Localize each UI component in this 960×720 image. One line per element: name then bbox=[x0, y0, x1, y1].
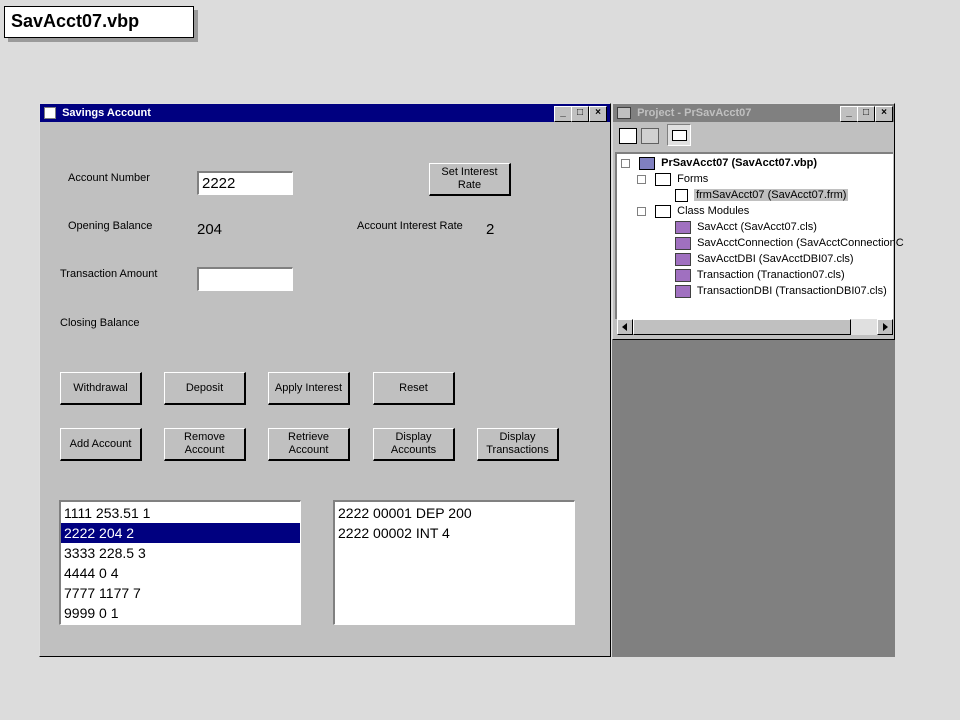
forms-folder-label: Forms bbox=[677, 173, 709, 185]
remove-line2: Account bbox=[184, 444, 225, 456]
view-object-icon[interactable] bbox=[641, 128, 659, 144]
accounts-listbox[interactable]: 1111 253.51 1 2222 204 2 3333 228.5 3 44… bbox=[59, 500, 301, 625]
project-close-button[interactable]: × bbox=[875, 106, 893, 122]
form-app-icon bbox=[44, 107, 56, 120]
account-number-input[interactable]: 2222 bbox=[197, 171, 293, 195]
list-item[interactable]: 3333 228.5 3 bbox=[61, 543, 300, 563]
tree-root-label: PrSavAcct07 (SavAcct07.vbp) bbox=[661, 157, 818, 169]
interest-rate-value: 2 bbox=[486, 221, 495, 238]
class-item-label: SavAcct (SavAcct07.cls) bbox=[697, 221, 817, 233]
scroll-left-button[interactable] bbox=[617, 319, 633, 335]
tree-class-item[interactable]: SavAcctConnection (SavAcctConnectionC bbox=[675, 235, 904, 251]
list-item[interactable]: 2222 00002 INT 4 bbox=[335, 523, 574, 543]
view-code-icon[interactable] bbox=[619, 128, 637, 144]
tree-class-item[interactable]: Transaction (Tranaction07.cls) bbox=[675, 267, 845, 283]
class-item-label: SavAcctDBI (SavAcctDBI07.cls) bbox=[697, 253, 854, 265]
list-item[interactable]: 4444 0 4 bbox=[61, 563, 300, 583]
class-module-icon bbox=[675, 284, 691, 298]
retrieve-line1: Retrieve bbox=[288, 431, 329, 443]
reset-button[interactable]: Reset bbox=[373, 372, 455, 405]
close-button[interactable]: × bbox=[589, 106, 607, 122]
class-module-icon bbox=[675, 220, 691, 234]
class-folder-label: Class Modules bbox=[677, 205, 750, 217]
scroll-thumb[interactable] bbox=[633, 319, 851, 335]
project-title: Project - PrSavAcct07 bbox=[637, 107, 752, 119]
retrieve-account-button[interactable]: Retrieve Account bbox=[268, 428, 350, 461]
display-accounts-line2: Accounts bbox=[390, 444, 437, 456]
maximize-button[interactable]: □ bbox=[571, 106, 589, 122]
tree-class-folder[interactable]: Class Modules bbox=[637, 203, 749, 219]
horizontal-scrollbar[interactable] bbox=[617, 319, 893, 335]
list-item[interactable]: 7777 1177 7 bbox=[61, 583, 300, 603]
tree-class-item[interactable]: SavAcct (SavAcct07.cls) bbox=[675, 219, 817, 235]
collapse-icon[interactable] bbox=[637, 206, 646, 216]
tree-form-item[interactable]: frmSavAcct07 (SavAcct07.frm) bbox=[675, 187, 849, 203]
deposit-button[interactable]: Deposit bbox=[164, 372, 246, 405]
project-minimize-button[interactable]: _ bbox=[840, 106, 858, 122]
transaction-amount-input[interactable] bbox=[197, 267, 293, 291]
toggle-folders-icon[interactable] bbox=[667, 124, 691, 146]
apply-interest-button[interactable]: Apply Interest bbox=[268, 372, 350, 405]
arrow-right-icon bbox=[883, 323, 888, 331]
arrow-left-icon bbox=[622, 323, 627, 331]
class-module-icon bbox=[675, 252, 691, 266]
class-module-icon bbox=[675, 236, 691, 250]
savings-account-title: Savings Account bbox=[62, 107, 151, 119]
remove-account-button[interactable]: Remove Account bbox=[164, 428, 246, 461]
display-accounts-line1: Display bbox=[395, 431, 432, 443]
withdrawal-button[interactable]: Withdrawal bbox=[60, 372, 142, 405]
opening-balance-label: Opening Balance bbox=[68, 220, 153, 232]
display-transactions-line2: Transactions bbox=[486, 444, 549, 456]
interest-rate-label: Account Interest Rate bbox=[357, 220, 463, 232]
transaction-amount-label: Transaction Amount bbox=[60, 268, 158, 280]
form-icon bbox=[675, 188, 688, 202]
tree-class-item[interactable]: TransactionDBI (TransactionDBI07.cls) bbox=[675, 283, 887, 299]
savings-account-titlebar[interactable]: Savings Account _ □ × bbox=[40, 104, 610, 122]
remove-line1: Remove bbox=[184, 431, 225, 443]
display-transactions-button[interactable]: Display Transactions bbox=[477, 428, 559, 461]
closing-balance-label: Closing Balance bbox=[60, 317, 140, 329]
scroll-right-button[interactable] bbox=[877, 319, 893, 335]
folder-icon bbox=[655, 204, 672, 218]
tree-root[interactable]: PrSavAcct07 (SavAcct07.vbp) bbox=[621, 155, 817, 171]
project-titlebar[interactable]: Project - PrSavAcct07 _ □ × bbox=[613, 104, 894, 122]
opening-balance-value: 204 bbox=[197, 221, 223, 238]
transactions-listbox[interactable]: 2222 00001 DEP 200 2222 00002 INT 4 bbox=[333, 500, 575, 625]
list-item-selected[interactable]: 2222 204 2 bbox=[61, 523, 300, 543]
list-item[interactable]: 1111 253.51 1 bbox=[61, 503, 300, 523]
folder-icon bbox=[672, 130, 687, 141]
project-icon bbox=[639, 156, 656, 170]
tree-class-item[interactable]: SavAcctDBI (SavAcctDBI07.cls) bbox=[675, 251, 854, 267]
ide-background-panel bbox=[612, 340, 895, 657]
collapse-icon[interactable] bbox=[637, 174, 646, 184]
retrieve-line2: Account bbox=[288, 444, 329, 456]
set-interest-rate-button[interactable]: Set Interest Rate bbox=[429, 163, 511, 196]
slide-title: SavAcct07.vbp bbox=[4, 6, 194, 38]
tree-forms-folder[interactable]: Forms bbox=[637, 171, 708, 187]
class-item-label: Transaction (Tranaction07.cls) bbox=[696, 269, 845, 281]
set-interest-line2: Rate bbox=[457, 179, 482, 191]
project-tree: PrSavAcct07 (SavAcct07.vbp) Forms frmSav… bbox=[615, 152, 904, 319]
form-item-label: frmSavAcct07 (SavAcct07.frm) bbox=[694, 189, 849, 201]
set-interest-line1: Set Interest bbox=[441, 166, 498, 178]
minimize-button[interactable]: _ bbox=[554, 106, 572, 122]
account-number-label: Account Number bbox=[68, 172, 150, 184]
class-item-label: SavAcctConnection (SavAcctConnectionC bbox=[697, 237, 904, 249]
display-transactions-line1: Display bbox=[499, 431, 536, 443]
project-toolbar bbox=[613, 122, 894, 150]
folder-icon bbox=[655, 172, 672, 186]
add-account-button[interactable]: Add Account bbox=[60, 428, 142, 461]
list-item[interactable]: 9999 0 1 bbox=[61, 603, 300, 623]
collapse-icon[interactable] bbox=[621, 158, 630, 168]
project-maximize-button[interactable]: □ bbox=[857, 106, 875, 122]
project-app-icon bbox=[617, 107, 631, 120]
class-module-icon bbox=[675, 268, 691, 282]
class-item-label: TransactionDBI (TransactionDBI07.cls) bbox=[696, 285, 887, 297]
list-item[interactable]: 2222 00001 DEP 200 bbox=[335, 503, 574, 523]
display-accounts-button[interactable]: Display Accounts bbox=[373, 428, 455, 461]
